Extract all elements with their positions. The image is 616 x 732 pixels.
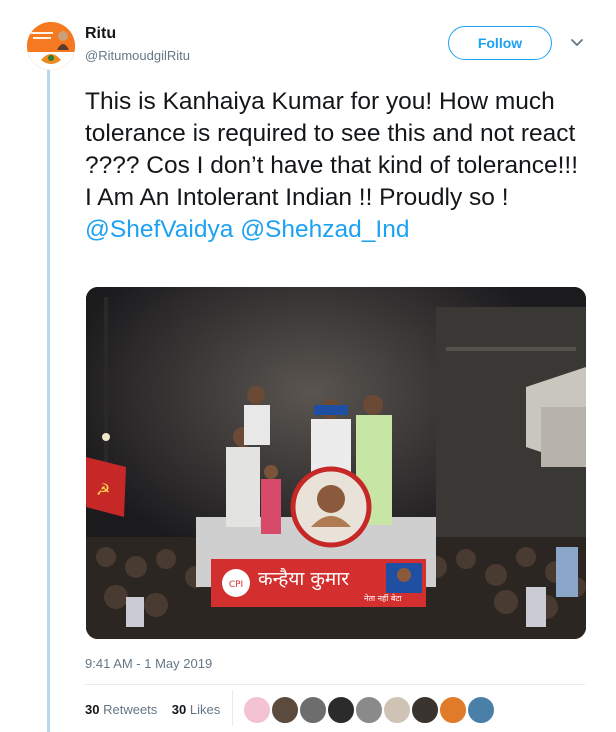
tweet-text: This is Kanhaiya Kumar for you! How much… [85, 86, 585, 246]
liker-avatar[interactable] [270, 695, 300, 725]
mention-link[interactable]: @Shehzad_Ind [240, 216, 409, 243]
chevron-down-icon[interactable] [570, 36, 584, 50]
likes-count[interactable]: 30 [172, 702, 186, 717]
banner-subtext: नेता नहीं बेटा [364, 593, 403, 603]
tweet-body: This is Kanhaiya Kumar for you! How much… [85, 88, 579, 211]
retweets-count[interactable]: 30 [85, 702, 99, 717]
follow-button[interactable]: Follow [448, 26, 552, 60]
liker-avatar[interactable] [410, 695, 440, 725]
divider [232, 690, 233, 726]
mention-link[interactable]: @ShefVaidya [85, 216, 233, 243]
retweets-label[interactable]: Retweets [103, 702, 157, 717]
liker-avatar[interactable] [382, 695, 412, 725]
svg-text:☭: ☭ [96, 480, 110, 499]
tweet-stats: 30 Retweets 30 Likes [85, 702, 220, 717]
liker-avatar[interactable] [354, 695, 384, 725]
author-name[interactable]: Ritu [85, 25, 116, 43]
tweet-photo[interactable]: ☭ CPI कन्हैया कुमार नेता नहीं बेटा [86, 287, 586, 639]
author-handle[interactable]: @RitumoudgilRitu [85, 48, 190, 63]
avatar-image [27, 22, 75, 70]
thread-line [47, 70, 50, 732]
liker-avatar[interactable] [326, 695, 356, 725]
likes-label[interactable]: Likes [190, 702, 220, 717]
banner-text: कन्हैया कुमार [258, 567, 350, 591]
divider [85, 684, 585, 685]
tweet-timestamp[interactable]: 9:41 AM - 1 May 2019 [85, 656, 212, 671]
party-label: CPI [229, 580, 243, 590]
avatar[interactable] [27, 22, 75, 70]
rally-photo-illustration: ☭ CPI कन्हैया कुमार नेता नहीं बेटा [86, 287, 586, 639]
liker-avatar[interactable] [298, 695, 328, 725]
liker-avatar[interactable] [242, 695, 272, 725]
liker-avatar[interactable] [438, 695, 468, 725]
liker-avatar[interactable] [466, 695, 496, 725]
